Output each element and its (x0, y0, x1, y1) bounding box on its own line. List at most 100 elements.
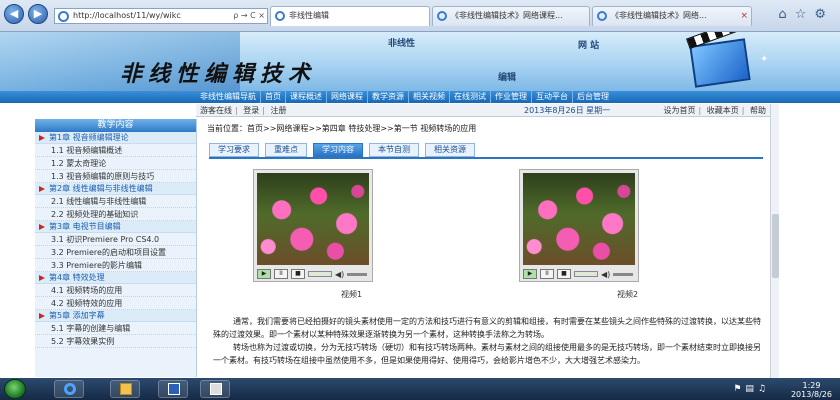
video-player-2[interactable]: ▶ II ■ ◀) (519, 169, 639, 282)
video-frame-flowers[interactable] (257, 173, 369, 265)
speaker-icon[interactable]: ♫ (758, 384, 770, 394)
flag-icon[interactable]: ⚑ (733, 384, 745, 394)
nav-item-videos[interactable]: 相关视频 (408, 91, 449, 103)
sidebar-item[interactable]: 2.2 视频处理的基础知识 (35, 208, 196, 221)
nav-item-resources[interactable]: 教学资源 (367, 91, 408, 103)
back-button[interactable]: ◀ (4, 4, 24, 24)
pause-button[interactable]: II (274, 269, 288, 279)
address-controls[interactable]: ρ → C × (233, 9, 265, 23)
sidebar-item[interactable]: 1.2 蒙太奇理论 (35, 157, 196, 170)
address-text: http://localhost/11/wy/wikc (73, 11, 181, 20)
sidebar-item[interactable]: 3.3 Premiere的影片编辑 (35, 259, 196, 272)
gear-icon[interactable]: ⚙ (814, 7, 834, 22)
nav-item-admin[interactable]: 后台管理 (572, 91, 613, 103)
sidebar-item[interactable]: 1.1 视音频编辑概述 (35, 144, 196, 157)
bookmark-link[interactable]: 收藏本页 (707, 106, 739, 115)
nav-item-homework[interactable]: 作业管理 (490, 91, 531, 103)
home-icon[interactable]: ⌂ (778, 7, 794, 22)
current-date: 2013年8月26日 星期一 (524, 106, 611, 115)
sidebar-item[interactable]: 5.1 字幕的创建与编辑 (35, 322, 196, 335)
video-frame-flowers[interactable] (523, 173, 635, 265)
close-tab-icon[interactable]: × (740, 7, 748, 25)
volume-slider[interactable] (347, 272, 368, 276)
nav-item-online-test[interactable]: 在线测试 (449, 91, 490, 103)
content-tab[interactable]: 学习要求 (209, 143, 259, 157)
ie-tab-icon (275, 11, 285, 21)
volume-icon[interactable]: ◀) (335, 270, 344, 279)
sidebar-item[interactable]: 3.1 初识Premiere Pro CS4.0 (35, 233, 196, 246)
stop-button[interactable]: ■ (291, 269, 305, 279)
sidebar-item[interactable]: 5.2 字幕效果实例 (35, 335, 196, 348)
clock[interactable]: 1:29 2013/8/26 (791, 381, 832, 399)
taskbar-app-button[interactable] (200, 380, 230, 398)
nav-item-online-course[interactable]: 网络课程 (326, 91, 367, 103)
sidebar-title: 教学内容 (35, 119, 196, 132)
window-icon (210, 383, 222, 395)
nav-item-overview[interactable]: 课程概述 (285, 91, 326, 103)
banner-small-text: 网 站 (578, 41, 600, 51)
video-caption-1: 视频1 (341, 290, 363, 299)
network-icon[interactable]: ▤ (745, 384, 758, 394)
browser-tab-1[interactable]: 非线性编辑 (270, 6, 430, 26)
browser-tab-3[interactable]: 《非线性编辑技术》网络... × (592, 6, 752, 26)
volume-slider[interactable] (613, 272, 634, 276)
sidebar-item[interactable]: 1.3 视音频编辑的原则与技巧 (35, 170, 196, 183)
content-tabs: 学习要求 重难点 学习内容 本节自测 相关资源 (209, 143, 481, 157)
browser-icons[interactable]: ⌂☆⚙ (778, 7, 834, 22)
ie-tab-icon (597, 11, 607, 21)
scrollbar-thumb[interactable] (772, 214, 779, 278)
content-tab[interactable]: 学习内容 (313, 143, 363, 157)
ie-icon (58, 11, 69, 22)
banner-small-text: 编辑 (498, 73, 517, 83)
word-icon (168, 383, 180, 395)
sidebar-item[interactable]: 4.1 视频转场的应用 (35, 284, 196, 297)
login-link[interactable]: 登录 (243, 106, 259, 115)
tab-underline (209, 157, 763, 159)
help-link[interactable]: 帮助 (750, 106, 766, 115)
sidebar-chapter[interactable]: 第1章 视音频编辑理论 (35, 132, 196, 144)
sidebar-chapter[interactable]: 第3章 电视节目编辑 (35, 221, 196, 233)
tab-label: 《非线性编辑技术》网络课程... (451, 11, 563, 20)
seek-bar[interactable] (308, 271, 332, 277)
play-button[interactable]: ▶ (523, 269, 537, 279)
banner-small-text: 非线性 (388, 39, 416, 49)
player-controls: ▶ II ■ ◀) (523, 268, 635, 280)
start-button[interactable] (4, 379, 26, 399)
play-button[interactable]: ▶ (257, 269, 271, 279)
address-bar[interactable]: http://localhost/11/wy/wikc ρ → C × (54, 8, 268, 24)
tab-label: 《非线性编辑技术》网络... (611, 11, 707, 20)
star-icon[interactable]: ☆ (795, 7, 815, 22)
sidebar-item[interactable]: 2.1 线性编辑与非线性编辑 (35, 195, 196, 208)
system-tray[interactable]: ⚑▤♫ (733, 384, 770, 394)
sidebar-item[interactable]: 3.2 Premiere的启动和项目设置 (35, 246, 196, 259)
nav-item-home[interactable]: 首页 (260, 91, 285, 103)
taskbar-word-button[interactable] (158, 380, 188, 398)
player-controls: ▶ II ■ ◀) (257, 268, 369, 280)
nav-title: 非线性编辑导航 (200, 92, 256, 101)
taskbar-ie-button[interactable] (54, 380, 84, 398)
ie-icon (64, 383, 76, 395)
stop-button[interactable]: ■ (557, 269, 571, 279)
breadcrumb: 当前位置：首页>>网络课程>>第四章 特技处理>>第一节 视频转场的应用 (207, 124, 477, 133)
volume-icon[interactable]: ◀) (601, 270, 610, 279)
content-tab[interactable]: 相关资源 (425, 143, 475, 157)
clapperboard-icon (689, 38, 751, 88)
folder-icon (120, 383, 132, 395)
forward-button[interactable]: ▶ (28, 4, 48, 24)
content-tab[interactable]: 重难点 (265, 143, 307, 157)
video-player-1[interactable]: ▶ II ■ ◀) (253, 169, 373, 282)
content-tab[interactable]: 本节自测 (369, 143, 419, 157)
set-homepage-link[interactable]: 设为首页 (664, 106, 696, 115)
sidebar-item[interactable]: 4.2 视频特效的应用 (35, 297, 196, 310)
page-scrollbar[interactable] (770, 104, 779, 378)
sidebar-chapter[interactable]: 第4章 特效处理 (35, 272, 196, 284)
taskbar-explorer-button[interactable] (110, 380, 140, 398)
browser-tab-2[interactable]: 《非线性编辑技术》网络课程... (432, 6, 590, 26)
pause-button[interactable]: II (540, 269, 554, 279)
visitor-status: 游客在线 (200, 106, 232, 115)
seek-bar[interactable] (574, 271, 598, 277)
nav-item-interaction[interactable]: 互动平台 (531, 91, 572, 103)
sidebar-chapter[interactable]: 第5章 添加字幕 (35, 310, 196, 322)
sidebar-chapter[interactable]: 第2章 线性编辑与非线性编辑 (35, 183, 196, 195)
register-link[interactable]: 注册 (271, 106, 287, 115)
